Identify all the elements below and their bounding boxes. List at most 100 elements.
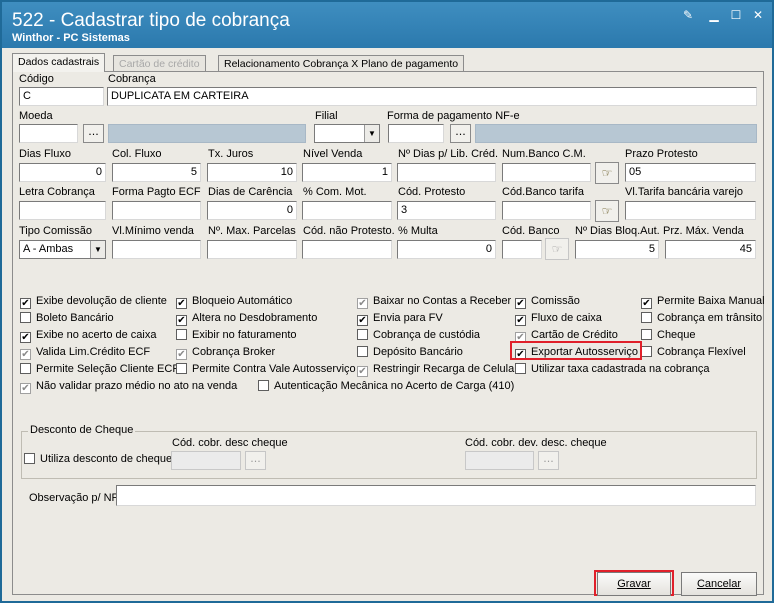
checkbox-c24[interactable]: Cobrança em trânsito	[641, 312, 762, 327]
checkbox-c15[interactable]: Cobrança de custódia	[357, 329, 480, 344]
cod-protesto-input[interactable]: 3	[397, 201, 496, 220]
checkbox-label: Cobrança Broker	[192, 346, 276, 358]
close-button[interactable]: ✕	[750, 8, 766, 22]
checkbox-box	[24, 453, 35, 464]
checkbox-box	[176, 329, 187, 340]
window-subtitle: Winthor - PC Sistemas	[12, 32, 130, 44]
checkbox-label: Envia para FV	[373, 312, 443, 324]
dias-lib-cred-label: Nº Dias p/ Lib. Créd.	[398, 148, 498, 160]
nivel-venda-label: Nível Venda	[303, 148, 363, 160]
vl-minimo-venda-label: Vl.Mínimo venda	[112, 225, 194, 237]
checkbox-c13[interactable]: ✔ Baixar no Contas a Receber	[357, 295, 511, 310]
checkbox-c22[interactable]: Utilizar taxa cadastrada na cobrança	[515, 363, 710, 378]
checkbox-c4[interactable]: ✔ Valida Lim.Crédito ECF	[20, 346, 150, 361]
cod-dev-cheque-input[interactable]	[465, 451, 534, 470]
cod-protesto-label: Cód. Protesto	[398, 186, 466, 198]
codigo-input[interactable]: C	[19, 87, 104, 106]
checkbox-label: Autenticação Mecânica no Acerto de Carga…	[274, 380, 515, 392]
checkbox-label: Permite Seleção Cliente ECF	[36, 363, 180, 375]
cod-desc-cheque-input[interactable]	[171, 451, 241, 470]
checkbox-label: Depósito Bancário	[373, 346, 463, 358]
utiliza-desconto-label: Utiliza desconto de cheque	[40, 453, 173, 465]
forma-pagto-ecf-input[interactable]	[112, 201, 201, 220]
checkbox-c3[interactable]: ✔ Exibe no acerto de caixa	[20, 329, 156, 344]
cod-banco-tarifa-label: Cód.Banco tarifa	[502, 186, 584, 198]
vl-minimo-venda-input[interactable]	[112, 240, 201, 259]
prz-max-venda-label: Prz. Máx. Venda	[663, 225, 744, 237]
dias-carencia-label: Dias de Carência	[208, 186, 293, 198]
gravar-button[interactable]: Gravar	[597, 572, 671, 596]
cod-desc-cheque-search-button[interactable]: ...	[245, 451, 266, 470]
checkbox-c10[interactable]: ✔ Cobrança Broker	[176, 346, 275, 361]
forma-pagamento-search-button[interactable]: ...	[450, 124, 471, 143]
checkbox-c9[interactable]: Exibir no faturamento	[176, 329, 297, 344]
desconto-cheque-group: Desconto de Cheque Utiliza desconto de c…	[21, 424, 757, 479]
nivel-venda-input[interactable]: 1	[302, 163, 392, 182]
checkbox-label: Cheque	[657, 329, 696, 341]
moeda-search-button[interactable]: ...	[83, 124, 104, 143]
checkmark-icon: ✔	[20, 332, 31, 343]
col-fluxo-input[interactable]: 5	[112, 163, 201, 182]
observacao-input[interactable]	[116, 485, 756, 506]
filial-select[interactable]: ▼	[314, 124, 380, 143]
edit-icon[interactable]: ✎	[680, 8, 696, 22]
letra-cobranca-input[interactable]	[19, 201, 106, 220]
com-mot-input[interactable]	[302, 201, 392, 220]
utiliza-desconto-checkbox[interactable]: Utiliza desconto de cheque	[24, 453, 172, 468]
cod-dev-cheque-search-button[interactable]: ...	[538, 451, 559, 470]
cancelar-button[interactable]: Cancelar	[681, 572, 757, 596]
checkbox-c17[interactable]: ✔ Restringir Recarga de Celular	[357, 363, 518, 378]
tipo-comissao-select[interactable]: A - Ambas ▼	[19, 240, 106, 259]
checkmark-icon: ✔	[515, 315, 526, 326]
dias-fluxo-input[interactable]: 0	[19, 163, 106, 182]
checkbox-c23[interactable]: ✔ Permite Baixa Manual	[641, 295, 765, 310]
vl-tarifa-input[interactable]	[625, 201, 756, 220]
checkbox-c2[interactable]: Boleto Bancário	[20, 312, 114, 327]
cod-dev-cheque-label: Cód. cobr. dev. desc. cheque	[465, 437, 607, 449]
maximize-button[interactable]: ☐	[728, 8, 744, 22]
checkbox-c11[interactable]: Permite Contra Vale Autosserviço	[176, 363, 356, 378]
checkbox-c8[interactable]: ✔ Altera no Desdobramento	[176, 312, 317, 327]
checkbox-c18[interactable]: ✔ Comissão	[515, 295, 580, 310]
tab-dados-cadastrais[interactable]: Dados cadastrais	[12, 53, 106, 72]
cod-nao-protesto-input[interactable]	[302, 240, 392, 259]
forma-pagto-ecf-label: Forma Pagto ECF	[112, 186, 201, 198]
moeda-input[interactable]	[19, 124, 78, 143]
checkbox-c5[interactable]: Permite Seleção Cliente ECF	[20, 363, 179, 378]
checkbox-c7[interactable]: ✔ Bloqueio Automático	[176, 295, 292, 310]
num-banco-cm-input[interactable]	[502, 163, 591, 182]
checkmark-icon: ✔	[357, 315, 368, 326]
forma-pagamento-description	[475, 124, 757, 143]
checkbox-label: Fluxo de caixa	[531, 312, 602, 324]
checkbox-label: Cartão de Crédito	[531, 329, 618, 341]
pointing-hand-icon[interactable]: ☞	[595, 162, 619, 184]
checkbox-label: Permite Contra Vale Autosserviço	[192, 363, 356, 375]
forma-pagamento-nfe-input[interactable]	[388, 124, 444, 143]
checkbox-c12[interactable]: Autenticação Mecânica no Acerto de Carga…	[258, 380, 514, 395]
checkbox-c1[interactable]: ✔ Exibe devolução de cliente	[20, 295, 167, 310]
checkbox-c16[interactable]: Depósito Bancário	[357, 346, 463, 361]
checkbox-c14[interactable]: ✔ Envia para FV	[357, 312, 443, 327]
checkmark-icon: ✔	[357, 298, 368, 309]
max-parcelas-input[interactable]	[207, 240, 297, 259]
cod-banco-input[interactable]	[502, 240, 542, 259]
prz-max-venda-input[interactable]: 45	[665, 240, 756, 259]
cobranca-input[interactable]: DUPLICATA EM CARTEIRA	[107, 87, 757, 106]
pointing-hand-icon[interactable]: ☞	[545, 238, 569, 260]
checkbox-c6[interactable]: ✔ Não validar prazo médio no ato na venda	[20, 380, 237, 395]
checkbox-c19[interactable]: ✔ Fluxo de caixa	[515, 312, 602, 327]
dias-lib-cred-input[interactable]	[397, 163, 496, 182]
cod-banco-tarifa-input[interactable]	[502, 201, 591, 220]
checkbox-label: Comissão	[531, 295, 580, 307]
minimize-button[interactable]: ▁	[706, 8, 722, 22]
dias-carencia-input[interactable]: 0	[207, 201, 297, 220]
dias-bloq-aut-input[interactable]: 5	[575, 240, 659, 259]
tab-relacionamento[interactable]: Relacionamento Cobrança X Plano de pagam…	[218, 55, 465, 72]
pointing-hand-icon[interactable]: ☞	[595, 200, 619, 222]
tab-cartao-de-credito[interactable]: Cartão de crédito	[113, 55, 206, 72]
prazo-protesto-input[interactable]: 05	[625, 163, 756, 182]
checkbox-c25[interactable]: Cheque	[641, 329, 696, 344]
tx-juros-input[interactable]: 10	[207, 163, 297, 182]
checkbox-c26[interactable]: Cobrança Flexível	[641, 346, 746, 361]
multa-input[interactable]: 0	[397, 240, 496, 259]
